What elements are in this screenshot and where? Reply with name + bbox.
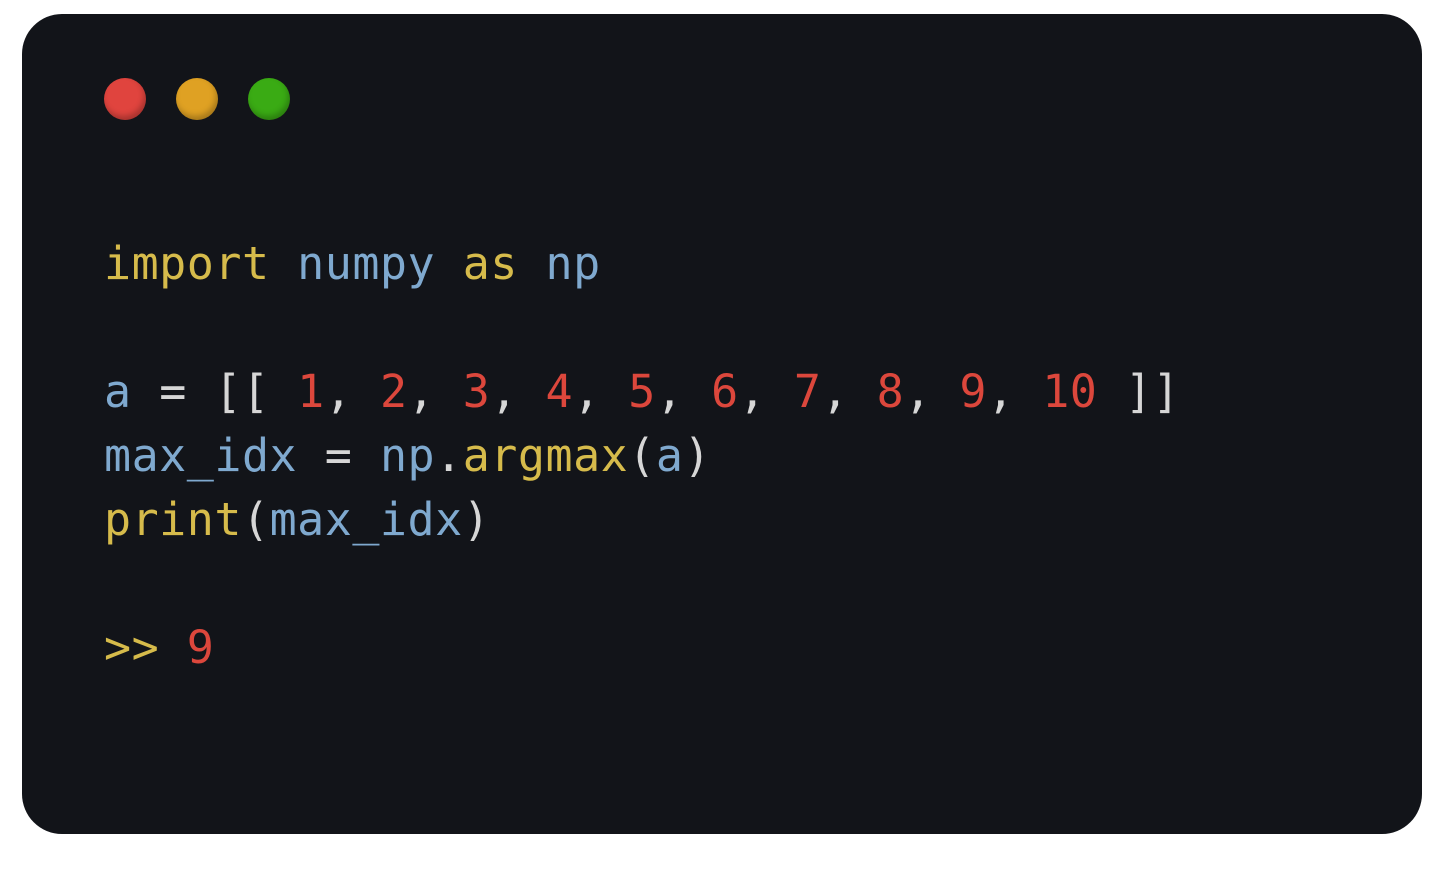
sep: , bbox=[987, 365, 1042, 418]
num-8: 8 bbox=[877, 365, 905, 418]
num-1: 1 bbox=[297, 365, 325, 418]
dot: . bbox=[435, 429, 463, 482]
code-line-output: >> 9 bbox=[104, 621, 214, 674]
output-prompt: >> bbox=[104, 621, 159, 674]
fn-print: print bbox=[104, 493, 242, 546]
num-5: 5 bbox=[628, 365, 656, 418]
var-a: a bbox=[104, 365, 132, 418]
list-close: ]] bbox=[1097, 365, 1180, 418]
code-line-1: import numpy as np bbox=[104, 237, 601, 290]
keyword-import: import bbox=[104, 237, 270, 290]
module-numpy: numpy bbox=[297, 237, 435, 290]
sep: , bbox=[325, 365, 380, 418]
output-result: 9 bbox=[187, 621, 215, 674]
num-6: 6 bbox=[711, 365, 739, 418]
keyword-as: as bbox=[463, 237, 518, 290]
sep: , bbox=[408, 365, 463, 418]
var-max-idx: max_idx bbox=[104, 429, 297, 482]
num-9: 9 bbox=[959, 365, 987, 418]
rparen: ) bbox=[463, 493, 491, 546]
num-2: 2 bbox=[380, 365, 408, 418]
minimize-window-button[interactable] bbox=[176, 78, 218, 120]
sep: , bbox=[490, 365, 545, 418]
code-line-3: a = [[ 1, 2, 3, 4, 5, 6, 7, 8, 9, 10 ]] bbox=[104, 365, 1180, 418]
rparen: ) bbox=[683, 429, 711, 482]
obj-np: np bbox=[380, 429, 435, 482]
sep: , bbox=[656, 365, 711, 418]
terminal-window: import numpy as np a = [[ 1, 2, 3, 4, 5,… bbox=[22, 14, 1422, 834]
arg-a: a bbox=[656, 429, 684, 482]
sep: , bbox=[821, 365, 876, 418]
close-window-button[interactable] bbox=[104, 78, 146, 120]
num-4: 4 bbox=[546, 365, 574, 418]
output-space bbox=[159, 621, 187, 674]
lparen: ( bbox=[628, 429, 656, 482]
lparen: ( bbox=[242, 493, 270, 546]
code-block: import numpy as np a = [[ 1, 2, 3, 4, 5,… bbox=[104, 232, 1362, 680]
alias-np: np bbox=[546, 237, 601, 290]
sep: , bbox=[739, 365, 794, 418]
sep: , bbox=[573, 365, 628, 418]
equals-sign: = bbox=[325, 429, 353, 482]
code-line-4: max_idx = np.argmax(a) bbox=[104, 429, 711, 482]
equals-sign: = bbox=[159, 365, 187, 418]
num-10: 10 bbox=[1042, 365, 1097, 418]
code-line-5: print(max_idx) bbox=[104, 493, 490, 546]
list-open: [[ bbox=[214, 365, 297, 418]
sep: , bbox=[904, 365, 959, 418]
fn-argmax: argmax bbox=[463, 429, 629, 482]
window-traffic-lights bbox=[104, 78, 290, 120]
maximize-window-button[interactable] bbox=[248, 78, 290, 120]
num-3: 3 bbox=[463, 365, 491, 418]
num-7: 7 bbox=[794, 365, 822, 418]
arg-max-idx: max_idx bbox=[270, 493, 463, 546]
